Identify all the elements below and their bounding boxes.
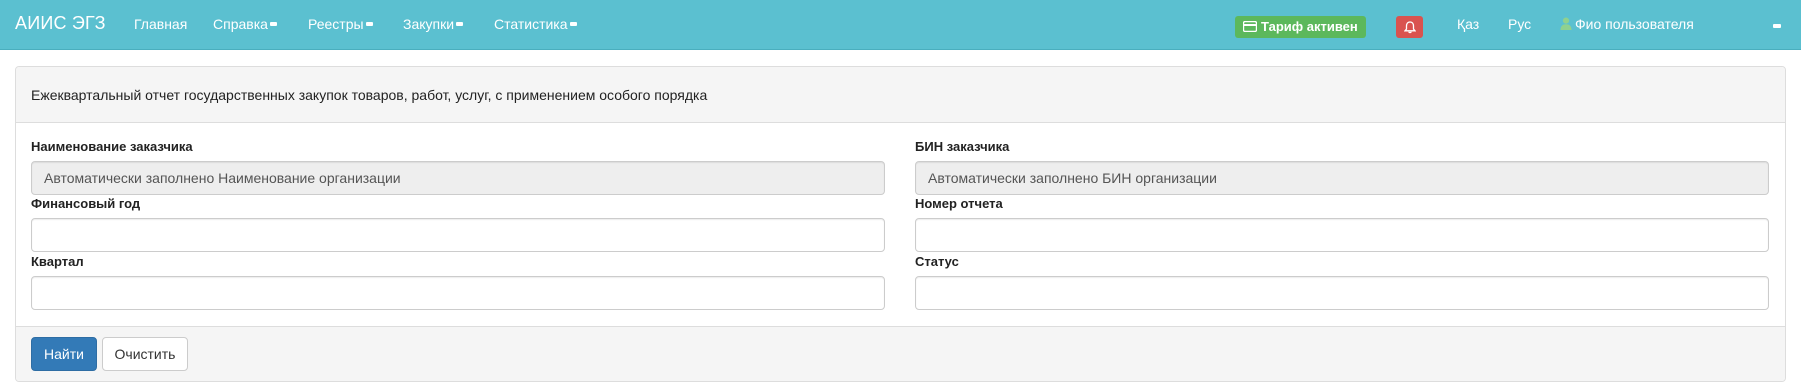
tariff-active-button[interactable]: Тариф активен [1235,16,1366,38]
customer-bin-label: БИН заказчика [915,139,1010,154]
lang-kz-link[interactable]: Қаз [1457,16,1479,32]
panel-footer: Найти Очистить [16,326,1785,381]
caret-down-icon[interactable] [1773,24,1781,28]
top-navbar: АИИС ЭГЗ Главная Справка Реестры Закупки… [0,0,1801,50]
search-button[interactable]: Найти [31,337,97,371]
notifications-button[interactable] [1396,16,1423,38]
report-search-panel: Ежеквартальный отчет государственных зак… [15,66,1786,382]
caret-down-icon [456,22,464,27]
report-number-field[interactable] [915,218,1769,252]
nav-item-label: Справка [213,16,268,32]
status-label: Статус [915,254,959,269]
nav-item-statistics[interactable]: Статистика [494,16,577,32]
nav-item-label: Закупки [403,16,455,32]
nav-item-registries[interactable]: Реестры [308,16,373,32]
customer-name-field[interactable]: Автоматически заполнено Наименование орг… [31,161,885,195]
nav-item-purchases[interactable]: Закупки [403,16,464,32]
caret-down-icon [269,22,277,27]
nav-item-home[interactable]: Главная [134,16,187,32]
user-icon [1560,17,1572,30]
nav-item-label: Главная [134,16,188,32]
nav-item-label: Статистика [494,16,568,32]
customer-bin-field[interactable]: Автоматически заполнено БИН организации [915,161,1769,195]
quarter-label: Квартал [31,254,84,269]
credit-card-icon [1242,20,1258,33]
caret-down-icon [569,22,577,27]
lang-ru-link[interactable]: Рус [1508,16,1531,32]
bell-icon [1403,20,1416,33]
user-menu[interactable]: Фио пользователя [1560,16,1694,32]
panel-heading: Ежеквартальный отчет государственных зак… [16,67,1785,123]
nav-item-label: Реестры [308,16,364,32]
status-field[interactable] [915,276,1769,310]
report-number-label: Номер отчета [915,196,1003,211]
caret-down-icon [365,22,373,27]
clear-button[interactable]: Очистить [102,337,188,371]
nav-item-help[interactable]: Справка [213,16,277,32]
page-title: Ежеквартальный отчет государственных зак… [31,87,708,103]
fiscal-year-label: Финансовый год [31,196,141,211]
fiscal-year-field[interactable] [31,218,885,252]
brand-logo[interactable]: АИИС ЭГЗ [15,13,106,34]
user-name: Фио пользователя [1575,16,1694,32]
tariff-label: Тариф активен [1261,19,1358,34]
customer-name-label: Наименование заказчика [31,139,193,154]
quarter-field[interactable] [31,276,885,310]
